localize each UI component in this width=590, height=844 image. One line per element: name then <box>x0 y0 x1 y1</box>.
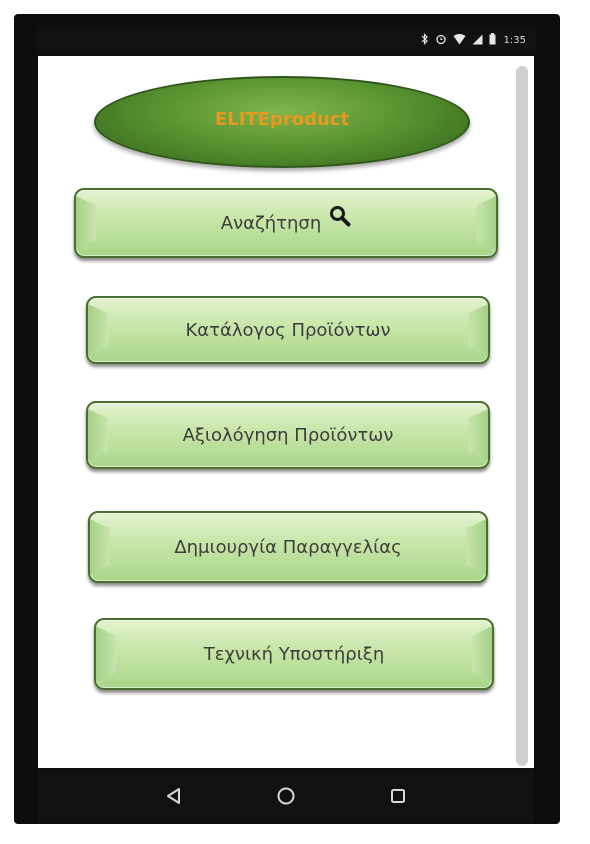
navigation-bar <box>38 770 534 822</box>
signal-icon <box>472 34 483 47</box>
create-order-label: Δημιουργία Παραγγελίας <box>174 536 402 558</box>
app-title-badge: ELITEproduct <box>94 76 470 168</box>
battery-icon <box>489 33 496 47</box>
search-button-label: Αναζήτηση <box>220 212 322 234</box>
alarm-icon <box>435 33 447 47</box>
bluetooth-icon <box>421 33 429 47</box>
home-icon[interactable] <box>274 784 298 808</box>
product-catalog-label: Κατάλογος Προϊόντων <box>185 319 391 341</box>
tech-support-button[interactable]: Τεχνική Υποστήριξη <box>94 618 494 690</box>
app-title: ELITEproduct <box>214 108 350 130</box>
wifi-icon <box>453 33 466 47</box>
back-icon[interactable] <box>162 784 186 808</box>
tech-support-label: Τεχνική Υποστήριξη <box>203 643 385 665</box>
app-screen: ELITEproduct Αναζήτηση Κατάλογος Προϊόντ… <box>38 56 534 768</box>
status-bar: 1:35 <box>36 26 536 54</box>
status-time: 1:35 <box>503 34 526 46</box>
product-rating-label: Αξιολόγηση Προϊόντων <box>182 424 394 446</box>
search-icon <box>329 205 351 227</box>
product-rating-button[interactable]: Αξιολόγηση Προϊόντων <box>86 401 490 469</box>
product-catalog-button[interactable]: Κατάλογος Προϊόντων <box>86 296 490 364</box>
create-order-button[interactable]: Δημιουργία Παραγγελίας <box>88 511 488 583</box>
scrollbar[interactable] <box>516 66 528 766</box>
recents-icon[interactable] <box>386 784 410 808</box>
search-button[interactable]: Αναζήτηση <box>74 188 498 258</box>
